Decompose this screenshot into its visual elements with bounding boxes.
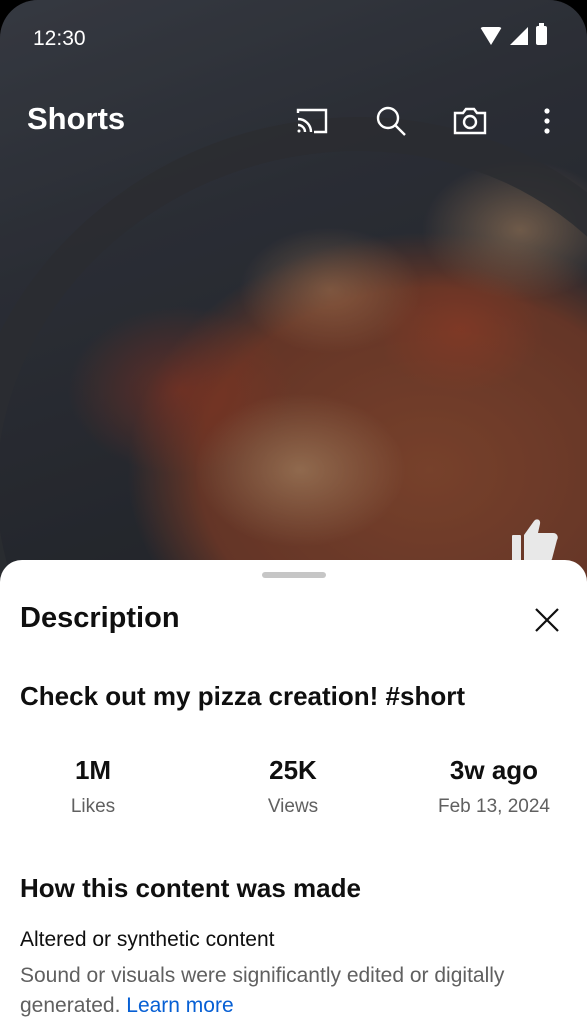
- status-bar: 12:30: [0, 0, 587, 72]
- signal-icon: [510, 26, 528, 45]
- status-time: 12:30: [33, 27, 86, 50]
- phone-screen: 12:30 Shorts Description Check out my pi…: [0, 0, 587, 1024]
- altered-content-title: Altered or synthetic content: [20, 928, 275, 951]
- short-video-frame[interactable]: [0, 0, 587, 921]
- cast-icon[interactable]: [292, 101, 332, 141]
- close-icon[interactable]: [527, 600, 567, 640]
- wifi-icon: [480, 26, 502, 45]
- disclosure-text: Sound or visuals were significantly edit…: [20, 964, 505, 1017]
- altered-content-description: Sound or visuals were significantly edit…: [20, 961, 568, 1021]
- status-icons: [480, 23, 547, 45]
- likes-stat: 1M Likes: [3, 755, 183, 818]
- drag-handle[interactable]: [262, 572, 326, 578]
- likes-label: Likes: [70, 796, 116, 817]
- upload-date-stat: 3w ago Feb 13, 2024: [404, 755, 584, 818]
- views-label: Views: [267, 796, 319, 817]
- description-sheet: Description Check out my pizza creation!…: [0, 560, 587, 1024]
- views-stat: 25K Views: [203, 755, 383, 818]
- thumb-up-icon[interactable]: [510, 515, 560, 565]
- views-count: 25K: [269, 755, 317, 785]
- sheet-title: Description: [20, 602, 180, 634]
- app-header: Shorts: [0, 95, 587, 145]
- video-stats: 1M Likes 25K Views 3w ago Feb 13, 2024: [0, 755, 587, 825]
- search-icon[interactable]: [371, 101, 411, 141]
- camera-icon[interactable]: [450, 101, 490, 141]
- learn-more-link[interactable]: Learn more: [126, 994, 233, 1017]
- upload-date: Feb 13, 2024: [438, 796, 550, 817]
- video-title: Check out my pizza creation! #short: [20, 681, 465, 711]
- likes-count: 1M: [74, 755, 112, 785]
- battery-icon: [536, 23, 547, 45]
- upload-age: 3w ago: [449, 755, 539, 785]
- page-title: Shorts: [27, 101, 126, 136]
- more-vert-icon[interactable]: [527, 101, 567, 141]
- content-made-heading: How this content was made: [20, 873, 361, 903]
- video-dim-overlay: [0, 0, 587, 600]
